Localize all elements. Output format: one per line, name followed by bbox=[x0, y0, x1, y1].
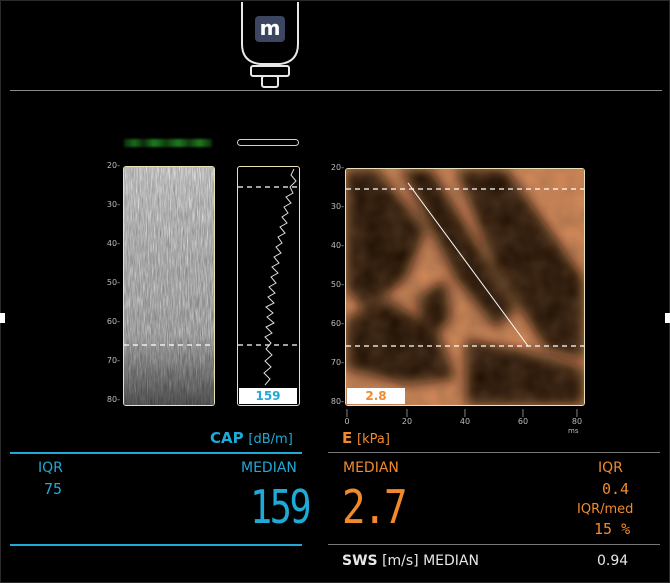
cap-title-row: CAP [dB/m] bbox=[210, 429, 293, 447]
sws-row: SWS [m/s] MEDIAN bbox=[342, 553, 479, 569]
sws-title: SWS bbox=[342, 553, 378, 569]
trace-indicator-bar bbox=[237, 139, 299, 146]
e-median-label: MEDIAN bbox=[343, 460, 399, 476]
cap-unit: [dB/m] bbox=[248, 432, 293, 447]
elasto-x-unit: ms bbox=[568, 427, 579, 435]
cap-iqr-value: 75 bbox=[44, 480, 63, 498]
e-iqr-label: IQR bbox=[598, 460, 623, 476]
sws-value: 0.94 bbox=[597, 553, 629, 569]
e-title-row: E [kPa] bbox=[342, 429, 390, 447]
e-bottom-divider bbox=[328, 544, 660, 545]
cap-median-label: MEDIAN bbox=[241, 460, 297, 476]
cap-bottom-divider bbox=[10, 544, 302, 546]
probe-logo-letter: m bbox=[259, 16, 281, 40]
elastogram-image: 2.8 bbox=[345, 168, 585, 406]
cap-trace-panel: 159 bbox=[237, 166, 300, 406]
e-title: E bbox=[342, 429, 353, 447]
mmode-image bbox=[123, 166, 215, 406]
cap-top-divider bbox=[10, 452, 302, 454]
mmode-y-axis: 20- 30- 40- 50- 60- 70- 80- bbox=[106, 161, 120, 404]
header-divider bbox=[10, 90, 662, 91]
sws-unit: [m/s] bbox=[382, 553, 419, 569]
cap-trace-value: 159 bbox=[239, 388, 297, 404]
e-iqr-med-value: 15 % bbox=[594, 520, 631, 538]
signal-indicator bbox=[124, 139, 212, 147]
e-unit: [kPa] bbox=[357, 432, 390, 447]
cap-iqr-label: IQR bbox=[38, 460, 63, 476]
cap-trace-line bbox=[263, 168, 297, 386]
left-edge-marker bbox=[0, 313, 5, 323]
elasto-value: 2.8 bbox=[347, 388, 405, 404]
e-median-value: 2.7 bbox=[342, 480, 408, 534]
e-top-divider bbox=[328, 452, 660, 453]
cap-title: CAP bbox=[210, 429, 244, 447]
e-iqr-med-label: IQR/med bbox=[577, 502, 634, 517]
probe-icon: m bbox=[238, 2, 302, 94]
right-edge-marker bbox=[665, 313, 670, 323]
sws-median-label: MEDIAN bbox=[423, 553, 479, 569]
elasto-y-axis: 20- 30- 40- 50- 60- 70- 80- bbox=[330, 163, 344, 406]
e-iqr-value: 0.4 bbox=[602, 480, 630, 498]
cap-median-value: 159 bbox=[250, 480, 312, 534]
